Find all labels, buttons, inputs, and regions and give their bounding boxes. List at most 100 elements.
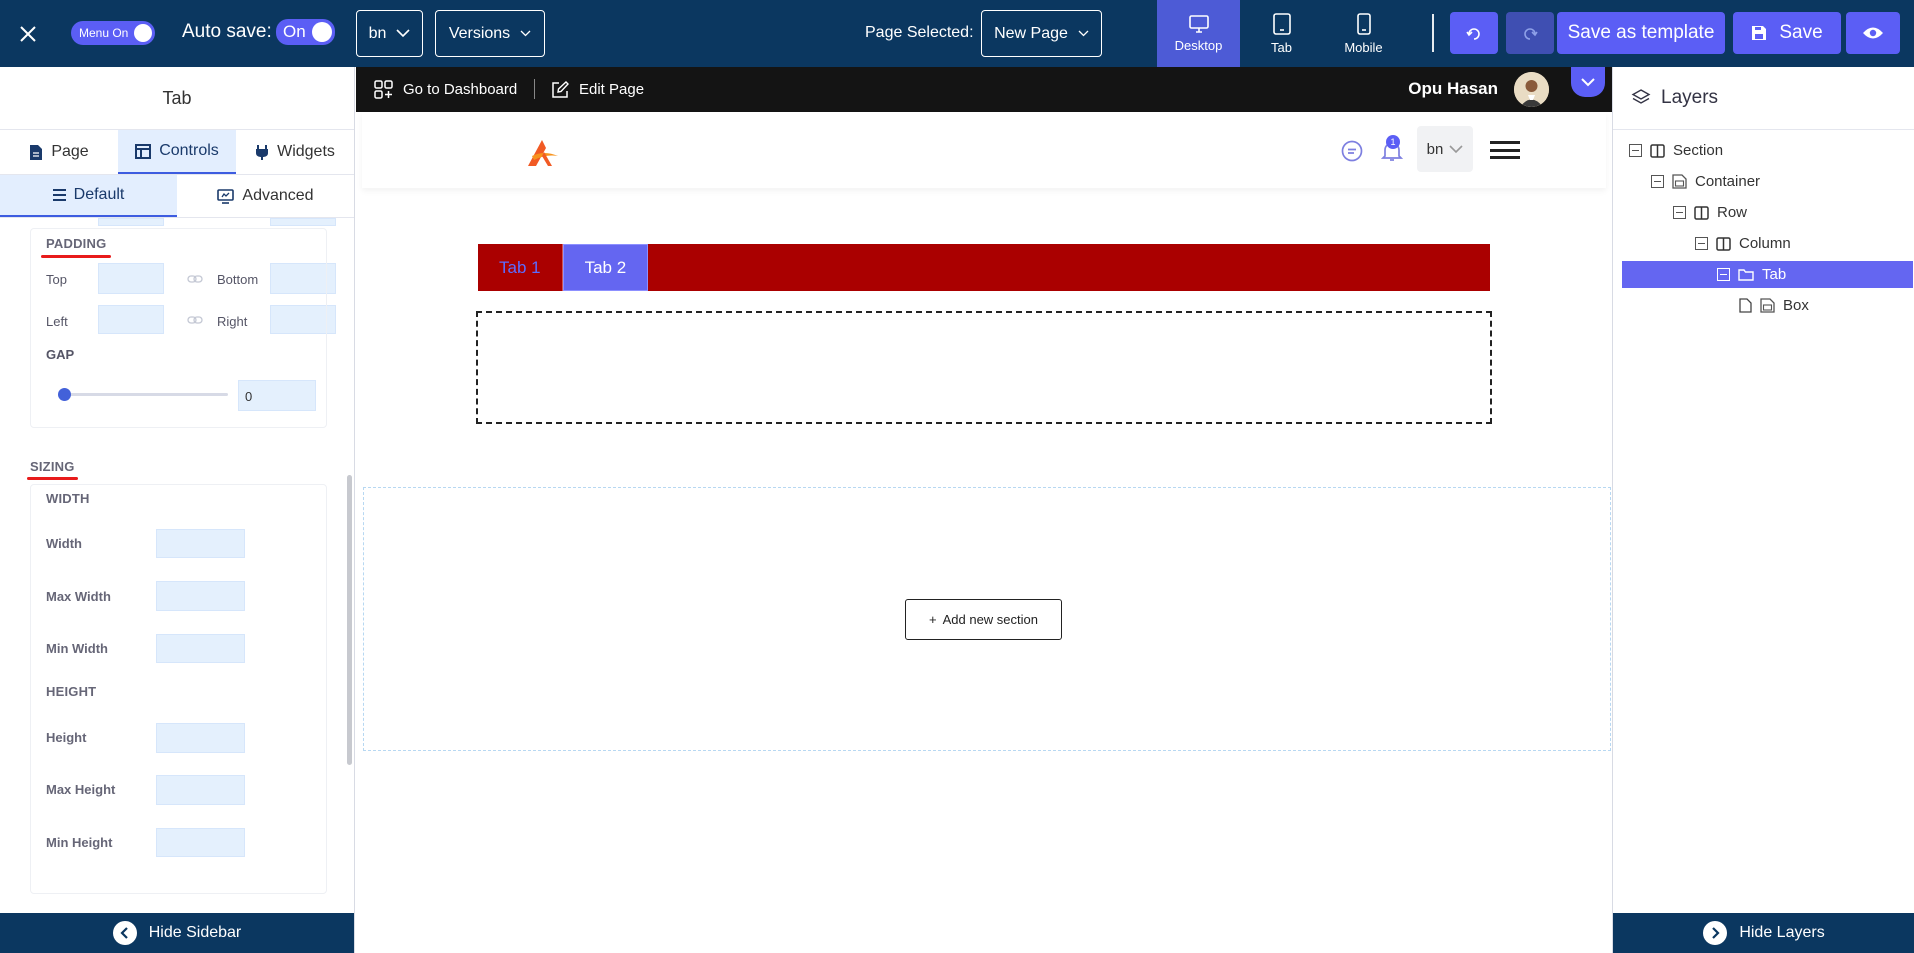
sidebar-title: Tab <box>0 67 354 130</box>
plug-icon <box>256 144 269 160</box>
hide-sidebar-label: Hide Sidebar <box>148 924 242 941</box>
hide-layers-button[interactable]: Hide Layers <box>1613 913 1914 953</box>
tablet-icon <box>1272 12 1291 35</box>
undo-icon <box>1466 28 1480 40</box>
tab-content-box[interactable] <box>476 311 1492 424</box>
notification-badge: 1 <box>1386 135 1400 149</box>
sidebar-scrollbar[interactable] <box>347 475 352 765</box>
autosave-toggle[interactable]: On <box>276 19 335 45</box>
hamburger-menu-icon[interactable] <box>1490 141 1520 159</box>
layer-row[interactable]: Row <box>1673 199 1747 226</box>
device-mobile-button[interactable]: Mobile <box>1322 0 1405 67</box>
add-section-label: Add new section <box>942 612 1038 627</box>
preview-button[interactable] <box>1846 12 1900 54</box>
toolbar-divider <box>1432 14 1434 52</box>
layer-label: Box <box>1783 297 1809 314</box>
collapse-icon[interactable] <box>1717 268 1730 281</box>
nav-divider <box>534 79 535 99</box>
dashboard-icon <box>374 80 393 99</box>
device-desktop-button[interactable]: Desktop <box>1157 0 1240 67</box>
list-icon <box>52 189 66 201</box>
menu-toggle[interactable]: Menu On <box>71 21 156 45</box>
layout-icon <box>135 143 152 159</box>
advanced-icon <box>217 188 235 204</box>
min-width-input[interactable] <box>156 634 245 663</box>
save-as-template-button[interactable]: Save as template <box>1557 12 1725 54</box>
columns-icon <box>1650 143 1665 158</box>
chevron-down-icon <box>520 30 531 37</box>
margin-right-field[interactable] <box>270 218 336 226</box>
chat-icon[interactable] <box>1340 139 1364 163</box>
tab-label: Widgets <box>277 143 335 160</box>
tab-page[interactable]: Page <box>0 130 118 174</box>
add-new-section-button[interactable]: + Add new section <box>905 599 1062 640</box>
layer-label: Section <box>1673 142 1724 159</box>
undo-button[interactable] <box>1450 12 1498 54</box>
close-icon[interactable] <box>12 18 44 50</box>
avatar[interactable] <box>1514 72 1549 107</box>
collapse-icon[interactable] <box>1673 206 1686 219</box>
layer-tab[interactable]: Tab <box>1622 261 1913 288</box>
device-label: Desktop <box>1174 37 1223 53</box>
save-button[interactable]: Save <box>1733 12 1841 54</box>
layer-container[interactable]: Container <box>1651 168 1760 195</box>
go-to-dashboard-link[interactable]: Go to Dashboard <box>374 67 517 112</box>
chevron-left-icon <box>112 921 137 945</box>
device-tab-button[interactable]: Tab <box>1240 0 1323 67</box>
edit-page-label: Edit Page <box>579 81 645 98</box>
layer-label: Container <box>1695 173 1761 190</box>
chevron-down-icon <box>1581 77 1595 86</box>
width-input[interactable] <box>156 529 245 558</box>
height-input[interactable] <box>156 723 245 753</box>
collapse-icon[interactable] <box>1651 175 1664 188</box>
language-dropdown[interactable]: bn <box>356 10 423 57</box>
width-label: Width <box>46 536 82 551</box>
versions-label: Versions <box>448 24 511 42</box>
sizing-underline <box>27 477 78 480</box>
left-sidebar: Tab Page Controls Widgets Default Advanc… <box>0 67 355 953</box>
nav-collapse-button[interactable] <box>1571 67 1605 97</box>
sizing-heading: SIZING <box>30 459 75 474</box>
mobile-icon <box>1356 12 1371 35</box>
autosave-label: Auto save: <box>182 21 272 42</box>
hide-sidebar-button[interactable]: Hide Sidebar <box>0 913 354 953</box>
height-heading: HEIGHT <box>46 684 97 699</box>
min-height-label: Min Height <box>46 835 113 850</box>
save-label: Save <box>1779 22 1823 43</box>
site-language-dropdown[interactable]: bn <box>1417 126 1473 172</box>
page-select-value: New Page <box>994 24 1068 42</box>
collapse-icon[interactable] <box>1629 144 1642 157</box>
min-height-input[interactable] <box>156 828 245 857</box>
min-width-label: Min Width <box>46 641 108 656</box>
page-select-dropdown[interactable]: New Page <box>981 10 1102 57</box>
tab-2[interactable]: Tab 2 <box>562 244 649 291</box>
versions-dropdown[interactable]: Versions <box>435 10 545 57</box>
margin-left-field[interactable] <box>98 218 164 226</box>
sidebar-subtabs: Default Advanced <box>0 175 354 218</box>
layer-section[interactable]: Section <box>1629 137 1723 164</box>
language-value: bn <box>368 24 387 42</box>
desktop-icon <box>1188 14 1209 33</box>
width-heading: WIDTH <box>46 491 90 506</box>
edit-page-link[interactable]: Edit Page <box>551 67 644 112</box>
layer-column[interactable]: Column <box>1695 230 1791 257</box>
subtab-default[interactable]: Default <box>0 175 177 217</box>
file-icon <box>1739 298 1752 313</box>
chevron-down-icon <box>1078 30 1089 37</box>
redo-button[interactable] <box>1506 12 1554 54</box>
subtab-advanced[interactable]: Advanced <box>177 175 354 217</box>
box-icon <box>1760 298 1775 313</box>
site-logo[interactable] <box>524 138 560 168</box>
layer-box[interactable]: Box <box>1739 292 1809 319</box>
user-name[interactable]: Opu Hasan <box>1408 79 1498 99</box>
max-height-input[interactable] <box>156 775 245 805</box>
tab-controls[interactable]: Controls <box>118 130 236 174</box>
max-height-label: Max Height <box>46 782 116 797</box>
max-width-input[interactable] <box>156 581 245 611</box>
layer-label: Row <box>1717 204 1748 221</box>
tab-1[interactable]: Tab 1 <box>478 244 563 291</box>
tab-widget-strip: Tab 1 Tab 2 <box>478 244 1490 291</box>
spacing-card <box>30 228 327 428</box>
collapse-icon[interactable] <box>1695 237 1708 250</box>
tab-widgets[interactable]: Widgets <box>236 130 354 174</box>
